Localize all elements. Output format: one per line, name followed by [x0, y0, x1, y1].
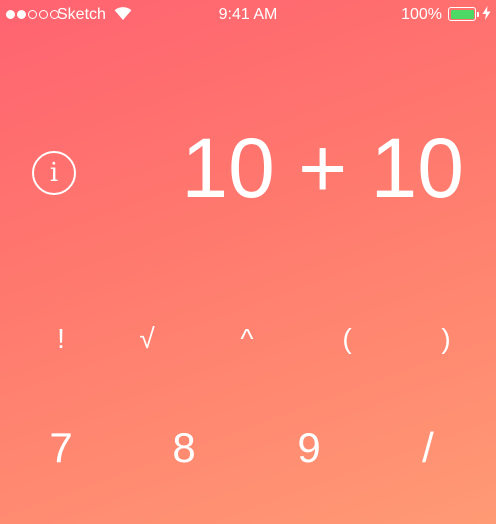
info-icon[interactable]: i	[32, 151, 76, 195]
digit-8-key[interactable]: 8	[149, 424, 219, 472]
battery-tip	[477, 12, 479, 17]
expression-display: 10 + 10	[181, 121, 464, 215]
close-paren-key[interactable]: )	[411, 322, 481, 356]
info-glyph: i	[49, 158, 59, 188]
open-paren-key[interactable]: (	[312, 322, 382, 356]
digit-7-key[interactable]: 7	[26, 424, 96, 472]
divide-key[interactable]: /	[393, 424, 463, 472]
power-key[interactable]: ^	[212, 322, 282, 356]
square-root-key[interactable]: √	[112, 322, 182, 356]
status-bar: Sketch 9:41 AM 100%	[0, 0, 496, 30]
battery-icon	[448, 7, 476, 21]
battery-level	[450, 9, 474, 19]
battery-percentage: 100%	[401, 6, 442, 23]
charging-bolt-icon	[482, 6, 491, 20]
digit-9-key[interactable]: 9	[274, 424, 344, 472]
factorial-key[interactable]: !	[26, 322, 96, 356]
calculator-screen: Sketch 9:41 AM 100% i 10 + 10 ! √ ^ ( ) …	[0, 0, 496, 524]
